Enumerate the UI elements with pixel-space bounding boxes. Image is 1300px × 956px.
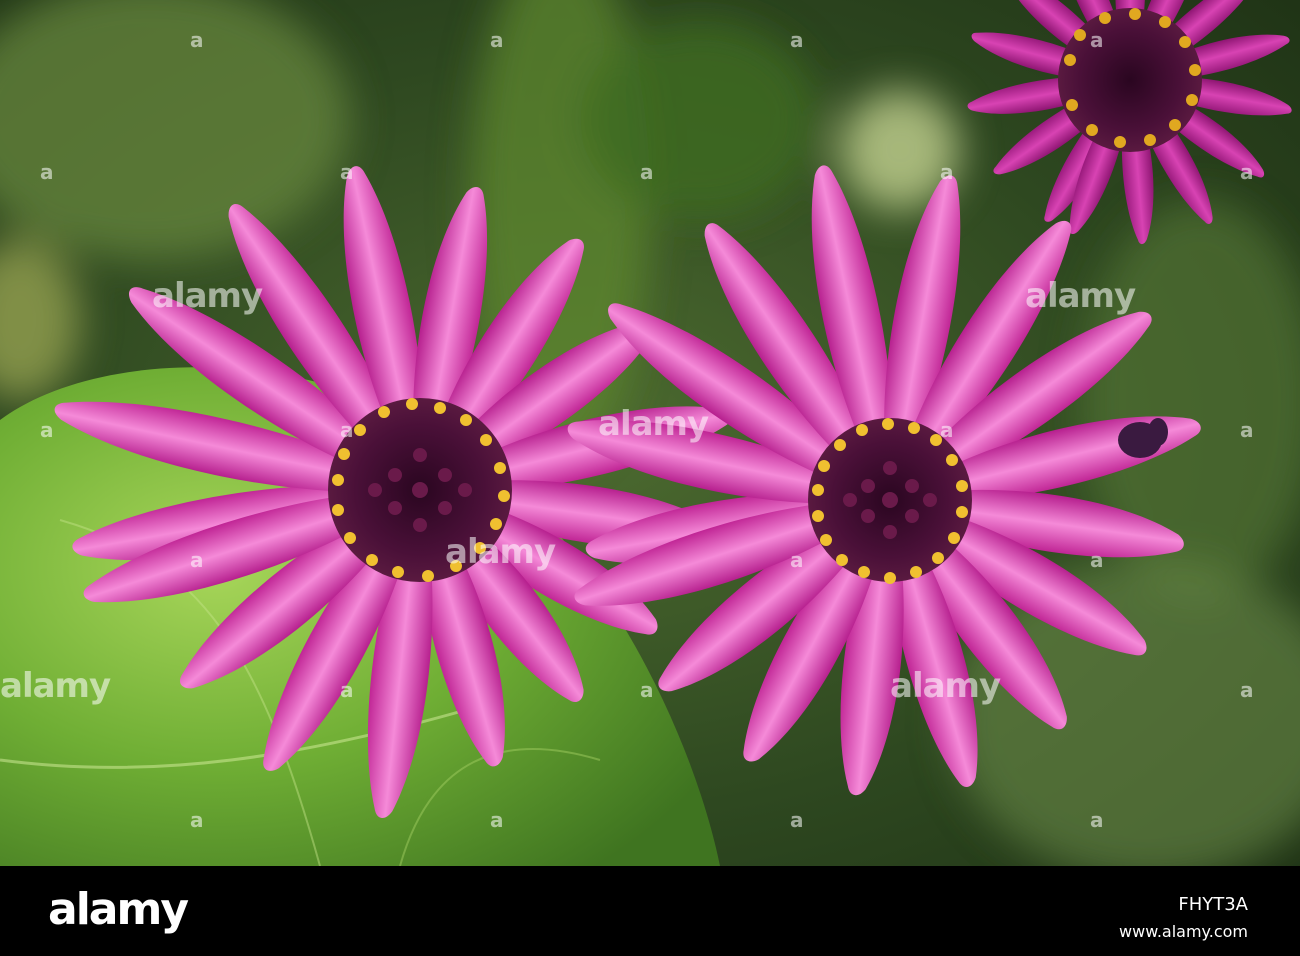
flower-photo [0,0,1300,866]
photo-stage: alamy alamy alamy alamy alamy alamy a a … [0,0,1300,956]
image-id: FHYT3A [1178,894,1248,915]
brand-logo: alamy [48,884,189,935]
site-url: www.alamy.com [1119,922,1248,941]
footer-bar [0,866,1300,956]
